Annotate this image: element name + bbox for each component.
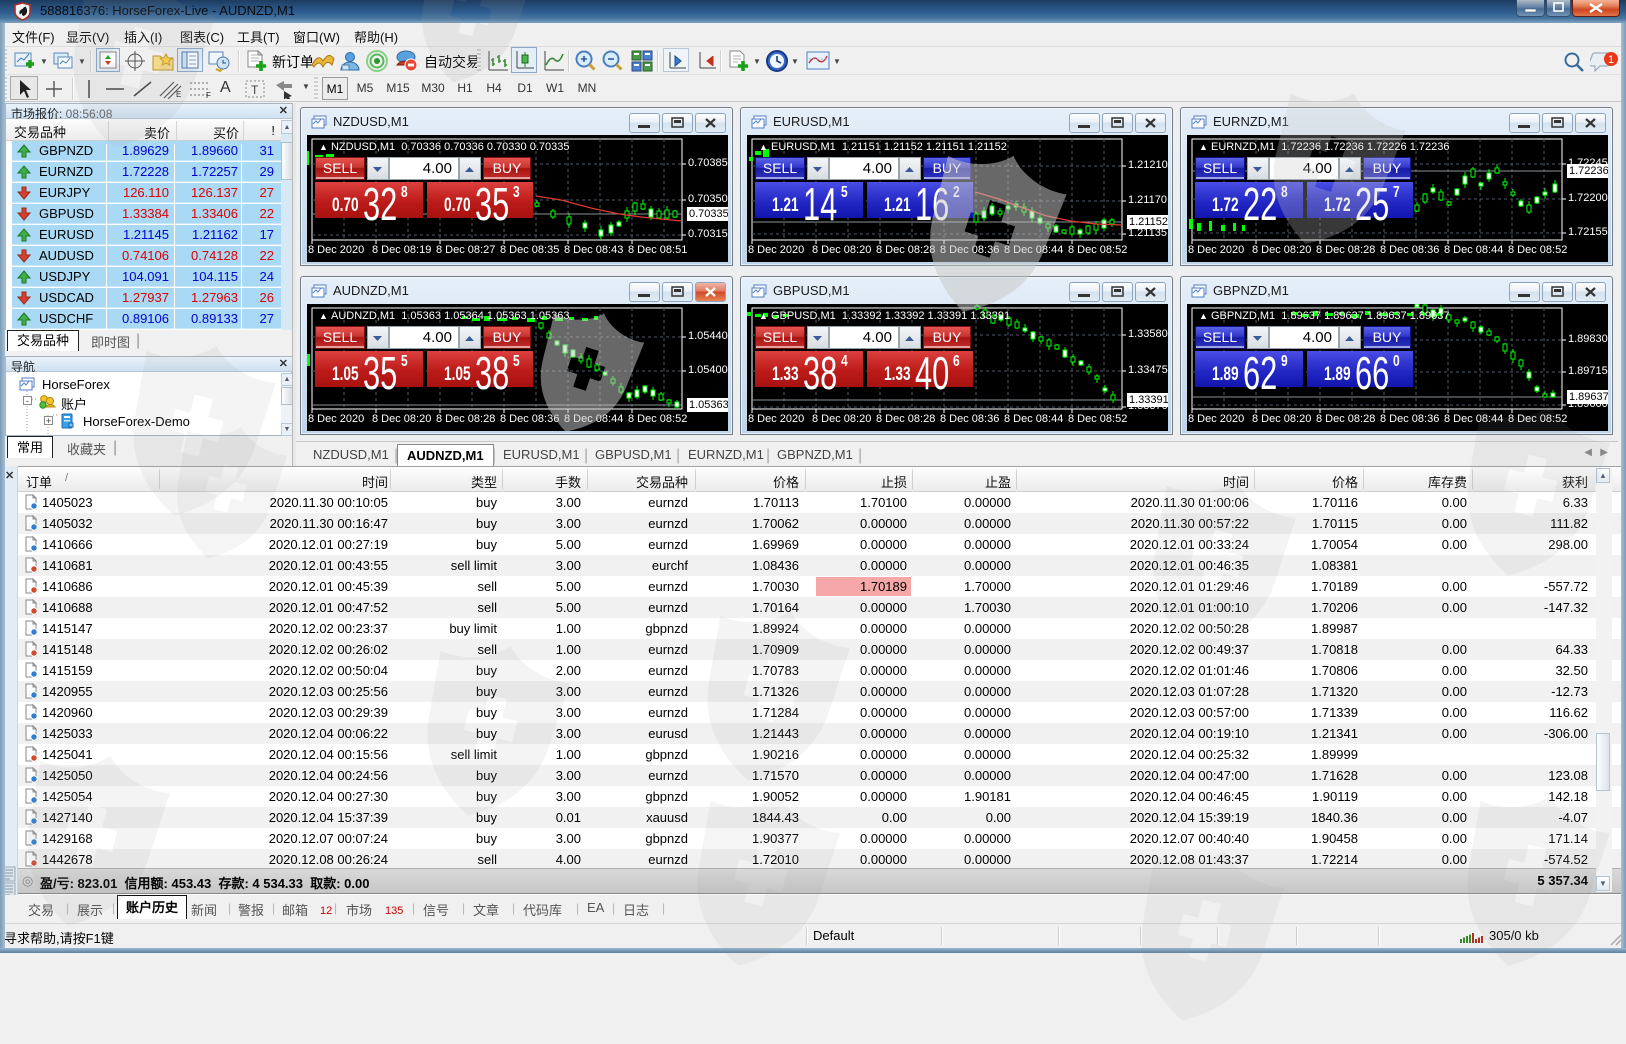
svg-text:T: T [251,83,259,97]
svg-text:1: 1 [1608,54,1614,66]
